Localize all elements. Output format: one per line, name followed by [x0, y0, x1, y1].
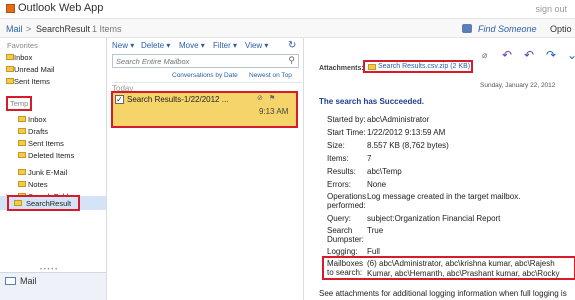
start-time-value: 1/22/2012 9:13:59 AM: [367, 128, 446, 137]
divider: [112, 82, 302, 83]
breadcrumb-mail[interactable]: Mail: [6, 24, 23, 34]
folder-icon: [18, 152, 26, 158]
zip-file-icon: [368, 64, 376, 70]
temp-searchresult[interactable]: SearchResult: [26, 199, 71, 208]
folder-icon: [14, 200, 22, 206]
results-label: Results:: [327, 167, 356, 176]
newest-on-top[interactable]: Newest on Top: [249, 72, 292, 79]
query-label: Query:: [327, 214, 352, 223]
query-value: subject:Organization Financial Report: [367, 214, 501, 223]
search-dumpster-label: Search Dumpster:: [327, 226, 364, 244]
forward-icon[interactable]: ↷: [546, 48, 556, 62]
view-button[interactable]: View ▾: [245, 41, 268, 50]
move-button[interactable]: Move ▾: [179, 41, 205, 50]
new-button[interactable]: New ▾: [112, 41, 134, 50]
favorites-header: Favorites: [7, 41, 38, 50]
options-link[interactable]: Optio: [550, 24, 572, 34]
filter-label: Filter: [213, 41, 231, 50]
results-value: abc\Temp: [367, 167, 402, 176]
search-icon[interactable]: ⚲: [288, 55, 295, 66]
reply-all-icon[interactable]: ↶: [524, 48, 534, 62]
folder-icon: [6, 78, 14, 84]
refresh-icon[interactable]: ↻: [288, 40, 296, 51]
breadcrumb-separator: >: [26, 24, 32, 34]
folder-icon: [18, 116, 26, 122]
reading-pane: ⌀ ↶ ↶ ↷ ⌄ Attachments: Search Results.cs…: [305, 38, 575, 300]
outlook-logo-icon: [6, 4, 15, 13]
app-title: Outlook Web App: [18, 2, 104, 14]
reply-icon[interactable]: ↶: [502, 48, 512, 62]
fav-unread-mail[interactable]: Unread Mail: [14, 65, 54, 74]
mail-envelope-icon: [5, 277, 16, 285]
mailboxes-line-2: Kumar, abc\Hemanth, abc\Prashant kumar, …: [367, 269, 560, 278]
folder-icon: [18, 181, 26, 187]
temp-sent-items[interactable]: Sent Items: [28, 139, 64, 148]
folder-icon: [6, 54, 14, 60]
temp-notes[interactable]: Notes: [28, 180, 48, 189]
more-actions-icon[interactable]: ⌄: [567, 48, 575, 62]
fav-inbox[interactable]: Inbox: [14, 53, 32, 62]
operations-value: Log message created in the target mailbo…: [367, 192, 521, 201]
attachments-label: Attachments:: [319, 65, 364, 72]
fav-sent-items[interactable]: Sent Items: [14, 77, 50, 86]
flag-icon[interactable]: ⚑: [269, 94, 275, 102]
folder-icon: [18, 169, 26, 175]
size-label: Size:: [327, 141, 345, 150]
item-count: 1 Items: [92, 24, 122, 34]
temp-mailbox[interactable]: Temp: [10, 99, 28, 108]
search-dumpster-value: True: [367, 226, 384, 235]
new-label: New: [112, 41, 129, 50]
operations-label: Operations performed:: [327, 192, 367, 210]
items-label: Items:: [327, 154, 349, 163]
search-input[interactable]: [116, 56, 276, 66]
move-label: Move: [179, 41, 199, 50]
temp-junk-email[interactable]: Junk E-Mail: [28, 168, 67, 177]
errors-value: None: [367, 180, 387, 189]
logging-footer: See attachments for additional logging i…: [319, 289, 567, 298]
started-by-label: Started by:: [327, 115, 366, 124]
message-date: Sunday, January 22, 2012: [480, 82, 556, 89]
attach-icon[interactable]: ⌀: [482, 50, 487, 61]
folder-icon: [6, 66, 14, 72]
logging-label: Logging:: [327, 247, 358, 256]
folder-navigation: Favorites Inbox Unread Mail Sent Items T…: [0, 38, 107, 300]
conversations-by-date[interactable]: Conversations by Date: [172, 72, 238, 79]
delete-label: Delete: [141, 41, 165, 50]
attachment-link[interactable]: Search Results.csv.zip (2 KB): [378, 63, 470, 70]
search-box[interactable]: ⚲: [112, 54, 299, 68]
folder-icon: [18, 128, 26, 134]
find-someone-icon: [462, 24, 472, 33]
mailboxes-label: Mailboxes to search:: [327, 259, 364, 277]
temp-inbox[interactable]: Inbox: [28, 115, 46, 124]
delete-button[interactable]: Delete ▾: [141, 41, 170, 50]
message-subject: Search Results-1/22/2012 ...: [127, 95, 229, 104]
message-time: 9:13 AM: [259, 107, 289, 116]
temp-deleted-items[interactable]: Deleted Items: [28, 151, 74, 160]
start-time-label: Start Time:: [327, 128, 366, 137]
errors-label: Errors:: [327, 180, 351, 189]
folder-icon: [18, 140, 26, 146]
sign-out-link[interactable]: sign out: [535, 4, 567, 14]
logging-value: Full: [367, 247, 380, 256]
mail-module-label[interactable]: Mail: [20, 276, 37, 286]
view-label: View: [245, 41, 263, 50]
filter-button[interactable]: Filter ▾: [213, 41, 237, 50]
breadcrumb-folder: SearchResult: [36, 24, 91, 34]
message-list-pane: New ▾ Delete ▾ Move ▾ Filter ▾ View ▾ ↻ …: [107, 38, 304, 300]
message-heading: The search has Succeeded.: [319, 97, 424, 106]
started-by-value: abc\Administrator: [367, 115, 430, 124]
find-someone-link[interactable]: Find Someone: [478, 24, 537, 34]
size-value: 8.557 KB (8,762 bytes): [367, 141, 449, 150]
message-checkbox[interactable]: ✓: [115, 95, 124, 104]
attachment-icon: ⊘: [257, 95, 263, 102]
items-value: 7: [367, 154, 372, 163]
mailboxes-line-1: (6) abc\Administrator, abc\krishna kumar…: [367, 259, 555, 268]
temp-drafts[interactable]: Drafts: [28, 127, 48, 136]
